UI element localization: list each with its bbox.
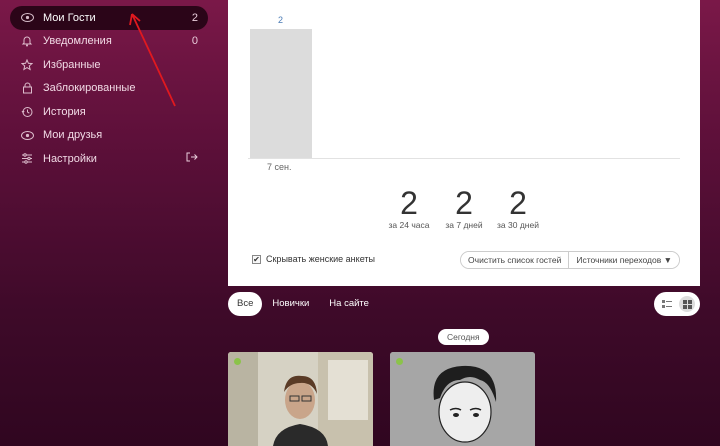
- sidebar-item-settings[interactable]: Настройки: [10, 147, 208, 171]
- stat-value: 2: [400, 185, 418, 221]
- view-toggle: [654, 292, 700, 316]
- list-view-icon[interactable]: [659, 296, 675, 312]
- guests-stats-card: 2 7 сен. 2 за 24 часа 2 за 7 дней 2 за 30…: [228, 0, 700, 286]
- stats-summary: 2 за 24 часа 2 за 7 дней 2 за 30 дней: [228, 186, 700, 238]
- guest-card[interactable]: [228, 352, 373, 446]
- star-icon: [20, 58, 34, 72]
- stat-caption: за 7 дней: [445, 220, 483, 230]
- guest-card[interactable]: [390, 352, 535, 446]
- guests-bar-chart: 2 7 сен.: [248, 0, 680, 178]
- stat-value: 2: [509, 185, 527, 221]
- clear-guests-button[interactable]: Очистить список гостей: [461, 252, 569, 268]
- logout-icon[interactable]: [186, 152, 198, 165]
- count-badge: 2: [191, 11, 198, 24]
- sidebar-item-label: Настройки: [43, 152, 97, 165]
- tab-online[interactable]: На сайте: [319, 292, 379, 316]
- stat-7d: 2 за 7 дней: [434, 186, 494, 230]
- stat-caption: за 24 часа: [388, 220, 430, 230]
- grid-view-icon[interactable]: [679, 296, 695, 312]
- stat-24h: 2 за 24 часа: [379, 186, 439, 230]
- eye-icon: [20, 11, 34, 25]
- card-options: ✔ Скрывать женские анкеты Очистить списо…: [252, 251, 680, 271]
- lock-icon: [20, 81, 34, 95]
- guest-photo: [228, 352, 373, 446]
- stat-caption: за 30 дней: [497, 220, 539, 230]
- chart-bar[interactable]: [250, 29, 312, 158]
- count-badge: 0: [191, 35, 198, 48]
- checkbox-box[interactable]: ✔: [252, 254, 261, 264]
- day-separator-badge: Сегодня: [438, 329, 489, 345]
- sliders-icon: [20, 152, 34, 166]
- x-tick-label: 7 сен.: [267, 162, 292, 172]
- tab-newbies[interactable]: Новички: [262, 292, 319, 316]
- eye-icon: [20, 128, 34, 142]
- checkbox-label: Скрывать женские анкеты: [266, 254, 375, 264]
- annotation-arrow: [129, 13, 176, 107]
- filter-tabs: Все Новички На сайте: [228, 292, 379, 316]
- stat-value: 2: [455, 185, 473, 221]
- hide-female-checkbox[interactable]: ✔ Скрывать женские анкеты: [252, 254, 375, 264]
- bar-value-label: 2: [278, 15, 284, 25]
- stat-30d: 2 за 30 дней: [488, 186, 548, 230]
- actions-button-group: Очистить список гостей Источники переход…: [460, 251, 680, 269]
- bell-icon: [20, 34, 34, 48]
- tab-all[interactable]: Все: [228, 292, 263, 316]
- x-axis-line: [248, 158, 680, 159]
- history-icon: [20, 105, 34, 119]
- traffic-sources-dropdown[interactable]: Источники переходов ▼: [568, 252, 679, 268]
- online-indicator: [396, 358, 403, 365]
- guest-photo: [390, 352, 535, 446]
- online-indicator: [234, 358, 241, 365]
- sidebar-item-label: Мои друзья: [43, 129, 103, 142]
- sidebar-item-friends[interactable]: Мои друзья: [10, 124, 208, 148]
